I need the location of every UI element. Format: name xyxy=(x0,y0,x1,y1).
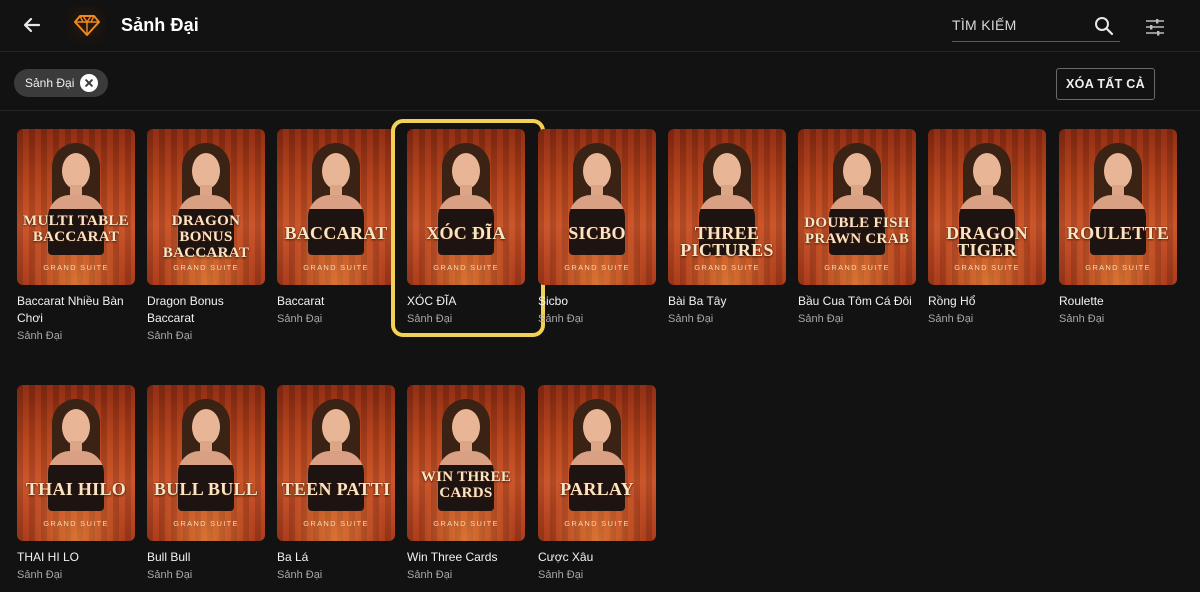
game-tile[interactable]: MULTI TABLE BACCARAT GRAND SUITE Baccarat … xyxy=(17,129,135,344)
game-tile[interactable]: SICBO GRAND SUITE Sicbo Sảnh Đại xyxy=(538,129,656,327)
thumbnail-game-name: BULL BULL xyxy=(153,479,259,499)
game-thumbnail[interactable]: BULL BULL GRAND SUITE xyxy=(147,385,265,541)
game-tile[interactable]: XÓC ĐĨA GRAND SUITE XÓC ĐĨA Sảnh Đại xyxy=(407,129,525,327)
thumbnail-suite-label: GRAND SUITE xyxy=(173,263,239,272)
game-tile[interactable]: BACCARAT GRAND SUITE Baccarat Sảnh Đại xyxy=(277,129,395,327)
game-thumbnail[interactable]: DRAGON BONUS BACCARAT GRAND SUITE xyxy=(147,129,265,285)
game-tile[interactable]: BULL BULL GRAND SUITE Bull Bull Sảnh Đại xyxy=(147,385,265,583)
game-tile[interactable]: DOUBLE FISH PRAWN CRAB GRAND SUITE Bầu Cua… xyxy=(798,129,916,327)
game-title[interactable]: THAI HI LO xyxy=(17,549,135,566)
thumbnail-game-name: DRAGON BONUS BACCARAT xyxy=(162,213,250,261)
game-tile[interactable]: WIN THREE CARDS GRAND SUITE Win Three Card… xyxy=(407,385,525,583)
game-subtitle: Sảnh Đại xyxy=(1059,313,1105,325)
thumbnail-suite-label: GRAND SUITE xyxy=(173,519,239,528)
thumbnail-suite-label: GRAND SUITE xyxy=(694,263,760,272)
game-tile[interactable]: DRAGON TIGER GRAND SUITE Rồng Hổ Sảnh Đại xyxy=(928,129,1046,327)
thumbnail-game-name: MULTI TABLE BACCARAT xyxy=(23,213,129,245)
thumbnail-game-name: THAI HILO xyxy=(25,479,127,499)
game-title[interactable]: Win Three Cards xyxy=(407,549,525,566)
game-title[interactable]: Baccarat Nhiều Bàn Chơi xyxy=(17,293,135,327)
thumbnail-suite-label: GRAND SUITE xyxy=(43,519,109,528)
game-thumbnail[interactable]: DRAGON TIGER GRAND SUITE xyxy=(928,129,1046,285)
game-grid: MULTI TABLE BACCARAT GRAND SUITE Baccarat … xyxy=(0,0,1200,592)
game-subtitle: Sảnh Đại xyxy=(147,569,193,581)
game-subtitle: Sảnh Đại xyxy=(17,330,63,342)
game-title[interactable]: Bull Bull xyxy=(147,549,265,566)
thumbnail-game-name: BACCARAT xyxy=(284,223,388,243)
game-title[interactable]: Dragon Bonus Baccarat xyxy=(147,293,265,327)
game-subtitle: Sảnh Đại xyxy=(407,313,453,325)
thumbnail-game-name: WIN THREE CARDS xyxy=(420,469,512,501)
game-title[interactable]: Cược Xâu xyxy=(538,549,656,566)
game-subtitle: Sảnh Đại xyxy=(17,569,63,581)
game-thumbnail[interactable]: TEEN PATTI GRAND SUITE xyxy=(277,385,395,541)
game-subtitle: Sảnh Đại xyxy=(538,569,584,581)
game-tile[interactable]: TEEN PATTI GRAND SUITE Ba Lá Sảnh Đại xyxy=(277,385,395,583)
thumbnail-suite-label: GRAND SUITE xyxy=(433,519,499,528)
thumbnail-suite-label: GRAND SUITE xyxy=(303,263,369,272)
thumbnail-game-name: PARLAY xyxy=(560,479,634,499)
thumbnail-game-name: TEEN PATTI xyxy=(281,479,391,499)
game-title[interactable]: Baccarat xyxy=(277,293,395,310)
thumbnail-game-name: DRAGON TIGER xyxy=(946,223,1028,260)
game-thumbnail[interactable]: DOUBLE FISH PRAWN CRAB GRAND SUITE xyxy=(798,129,916,285)
thumbnail-suite-label: GRAND SUITE xyxy=(824,263,890,272)
game-thumbnail[interactable]: ROULETTE GRAND SUITE xyxy=(1059,129,1177,285)
thumbnail-game-name: ROULETTE xyxy=(1066,223,1170,243)
thumbnail-suite-label: GRAND SUITE xyxy=(564,519,630,528)
game-subtitle: Sảnh Đại xyxy=(407,569,453,581)
thumbnail-suite-label: GRAND SUITE xyxy=(433,263,499,272)
game-title[interactable]: Ba Lá xyxy=(277,549,395,566)
thumbnail-game-name: THREE PICTURES xyxy=(680,223,774,260)
thumbnail-suite-label: GRAND SUITE xyxy=(303,519,369,528)
game-thumbnail[interactable]: THREE PICTURES GRAND SUITE xyxy=(668,129,786,285)
game-tile[interactable]: THAI HILO GRAND SUITE THAI HI LO Sảnh Đại xyxy=(17,385,135,583)
game-title[interactable]: Roulette xyxy=(1059,293,1177,310)
game-thumbnail[interactable]: SICBO GRAND SUITE xyxy=(538,129,656,285)
game-subtitle: Sảnh Đại xyxy=(928,313,974,325)
game-title[interactable]: XÓC ĐĨA xyxy=(407,293,525,310)
game-tile[interactable]: THREE PICTURES GRAND SUITE Bài Ba Tây Sảnh … xyxy=(668,129,786,327)
game-thumbnail[interactable]: WIN THREE CARDS GRAND SUITE xyxy=(407,385,525,541)
thumbnail-suite-label: GRAND SUITE xyxy=(564,263,630,272)
game-subtitle: Sảnh Đại xyxy=(277,313,323,325)
game-subtitle: Sảnh Đại xyxy=(798,313,844,325)
game-subtitle: Sảnh Đại xyxy=(147,330,193,342)
game-title[interactable]: Rồng Hổ xyxy=(928,293,1046,310)
thumbnail-game-name: XÓC ĐĨA xyxy=(426,223,506,243)
thumbnail-game-name: SICBO xyxy=(568,223,626,243)
thumbnail-suite-label: GRAND SUITE xyxy=(954,263,1020,272)
game-tile[interactable]: ROULETTE GRAND SUITE Roulette Sảnh Đại xyxy=(1059,129,1177,327)
game-subtitle: Sảnh Đại xyxy=(668,313,714,325)
game-tile[interactable]: DRAGON BONUS BACCARAT GRAND SUITE Dragon B… xyxy=(147,129,265,344)
game-thumbnail[interactable]: PARLAY GRAND SUITE xyxy=(538,385,656,541)
thumbnail-game-name: DOUBLE FISH PRAWN CRAB xyxy=(804,215,910,247)
game-title[interactable]: Bài Ba Tây xyxy=(668,293,786,310)
game-thumbnail[interactable]: XÓC ĐĨA GRAND SUITE xyxy=(407,129,525,285)
thumbnail-suite-label: GRAND SUITE xyxy=(1085,263,1151,272)
game-title[interactable]: Bầu Cua Tôm Cá Đôi xyxy=(798,293,916,310)
game-thumbnail[interactable]: MULTI TABLE BACCARAT GRAND SUITE xyxy=(17,129,135,285)
thumbnail-suite-label: GRAND SUITE xyxy=(43,263,109,272)
game-tile[interactable]: PARLAY GRAND SUITE Cược Xâu Sảnh Đại xyxy=(538,385,656,583)
game-thumbnail[interactable]: BACCARAT GRAND SUITE xyxy=(277,129,395,285)
game-subtitle: Sảnh Đại xyxy=(538,313,584,325)
game-title[interactable]: Sicbo xyxy=(538,293,656,310)
game-thumbnail[interactable]: THAI HILO GRAND SUITE xyxy=(17,385,135,541)
game-subtitle: Sảnh Đại xyxy=(277,569,323,581)
